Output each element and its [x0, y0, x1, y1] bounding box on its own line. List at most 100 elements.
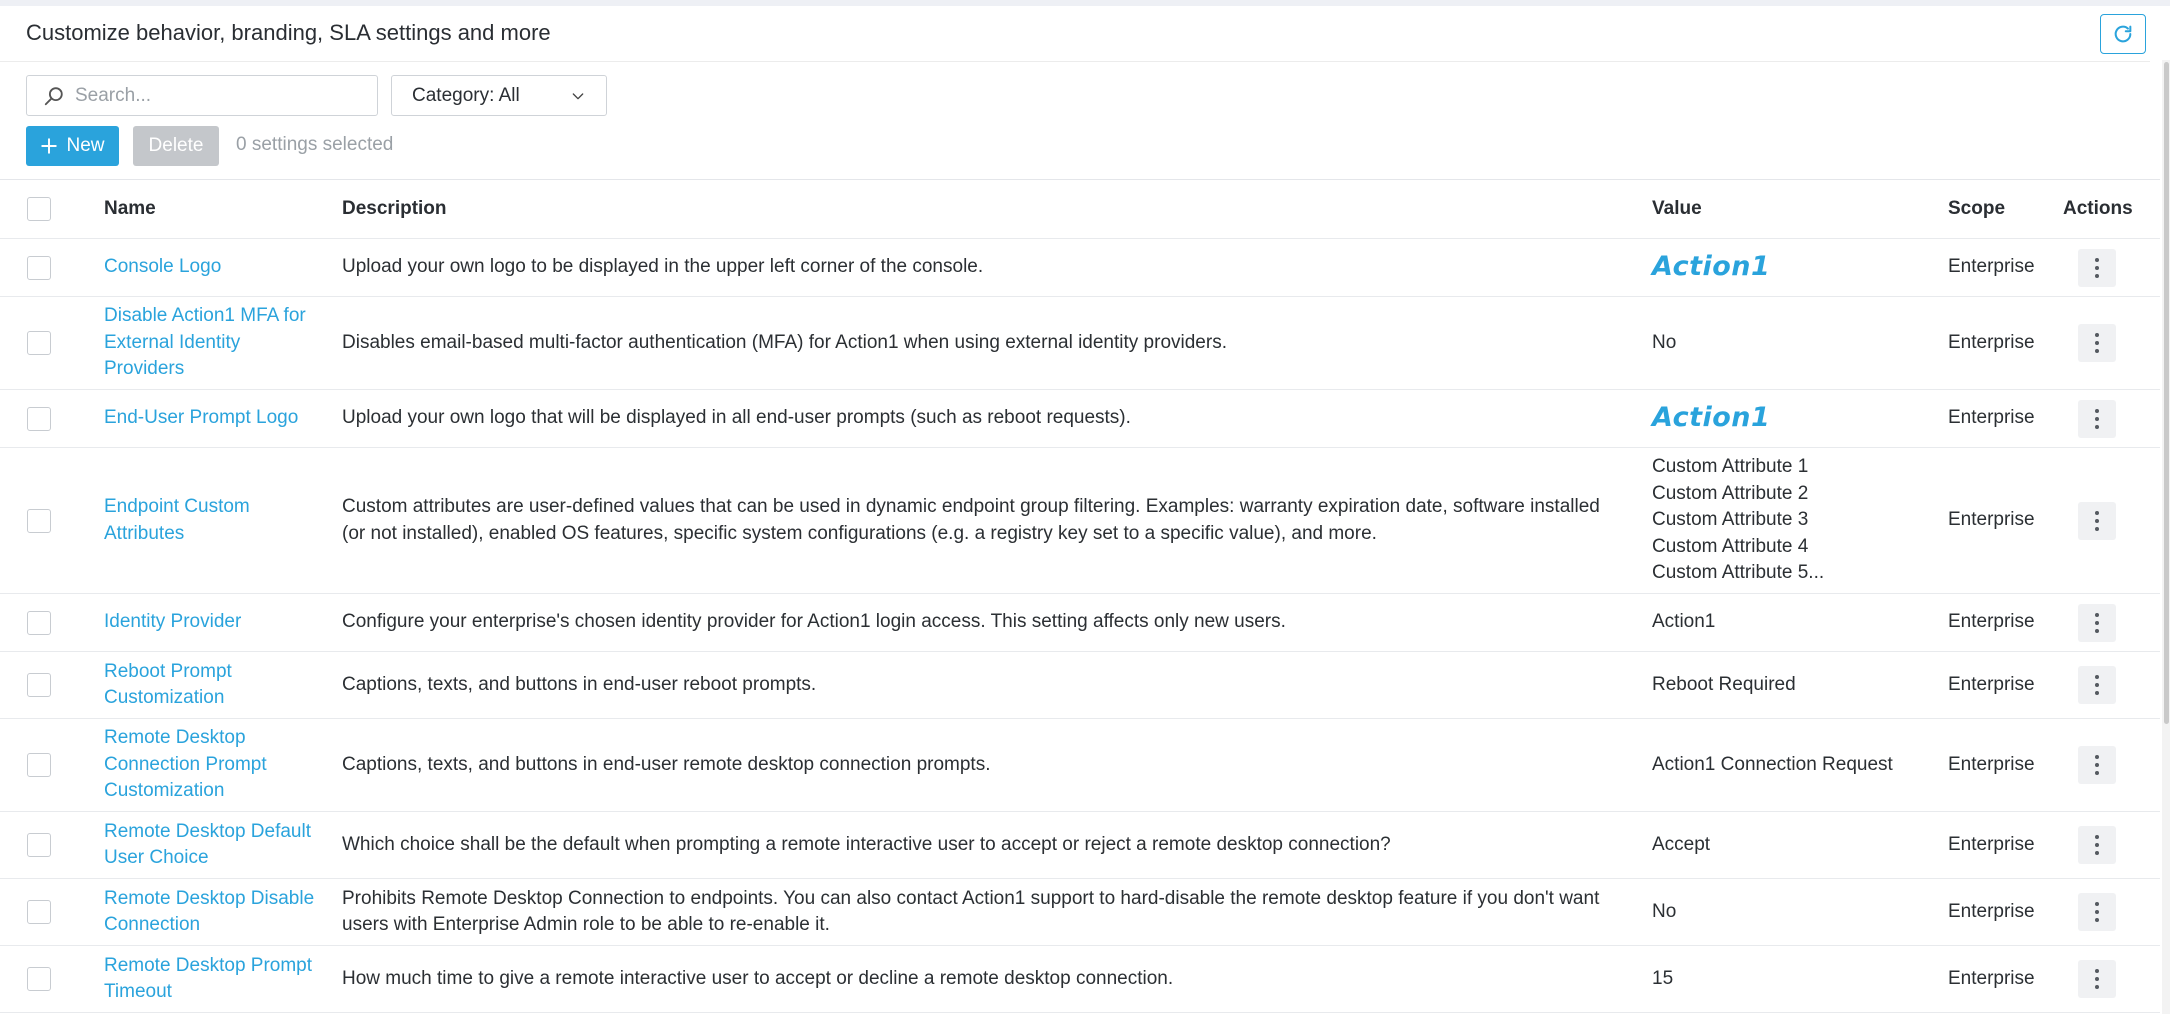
- search-field[interactable]: [26, 75, 378, 116]
- settings-table: Name Description Value Scope Actions Con…: [0, 179, 2160, 1013]
- plus-icon: [41, 138, 58, 154]
- row-checkbox[interactable]: [27, 406, 51, 431]
- scrollbar-thumb[interactable]: [2164, 62, 2169, 724]
- row-checkbox[interactable]: [27, 255, 51, 280]
- row-checkbox[interactable]: [27, 967, 51, 991]
- setting-scope: Enterprise: [1948, 407, 2035, 429]
- setting-name-link[interactable]: Disable Action1 MFA for External Identit…: [104, 303, 324, 383]
- setting-name-link[interactable]: Remote Desktop Prompt Timeout: [104, 953, 324, 1006]
- setting-scope: Enterprise: [1948, 833, 2035, 855]
- setting-description: How much time to give a remote interacti…: [342, 967, 1174, 989]
- setting-value: Reboot Required: [1652, 673, 1796, 695]
- setting-value: 15: [1652, 967, 1674, 989]
- new-button-label: New: [66, 135, 105, 156]
- setting-description: Custom attributes are user-defined value…: [342, 496, 1600, 544]
- custom-attribute-item: Custom Attribute 1: [1652, 456, 1809, 478]
- category-select-label: Category: All: [412, 84, 520, 106]
- table-row: Remote Desktop Prompt Timeout How much t…: [0, 946, 2160, 1013]
- setting-name-link[interactable]: Console Logo: [104, 254, 221, 281]
- column-header-scope[interactable]: Scope: [1948, 180, 2058, 238]
- row-checkbox[interactable]: [27, 610, 51, 635]
- setting-scope: Enterprise: [1948, 900, 2035, 922]
- setting-name-link[interactable]: Reboot Prompt Customization: [104, 659, 324, 712]
- setting-description: Disables email-based multi-factor authen…: [342, 331, 1227, 353]
- category-select[interactable]: Category: All: [391, 75, 607, 116]
- row-actions-button[interactable]: [2078, 893, 2116, 931]
- setting-value: No: [1652, 900, 1677, 922]
- row-checkbox[interactable]: [27, 673, 51, 697]
- row-checkbox[interactable]: [27, 331, 51, 355]
- column-header-value[interactable]: Value: [1652, 180, 1932, 238]
- setting-description: Captions, texts, and buttons in end-user…: [342, 673, 817, 695]
- table-row: End-User Prompt Logo Upload your own log…: [0, 390, 2160, 448]
- row-actions-button[interactable]: [2078, 501, 2116, 540]
- table-row: Remote Desktop Connection Prompt Customi…: [0, 719, 2160, 812]
- row-actions-button[interactable]: [2078, 746, 2116, 784]
- search-input[interactable]: [75, 84, 365, 107]
- custom-attribute-item: Custom Attribute 3: [1652, 509, 1809, 531]
- table-row: Disable Action1 MFA for External Identit…: [0, 297, 2160, 390]
- custom-attribute-item: Custom Attribute 5...: [1652, 562, 1825, 584]
- setting-description: Prohibits Remote Desktop Connection to e…: [342, 887, 1600, 936]
- row-checkbox[interactable]: [27, 753, 51, 777]
- select-all-checkbox[interactable]: [27, 197, 51, 221]
- setting-name-link[interactable]: Endpoint Custom Attributes: [104, 494, 324, 547]
- row-actions-button[interactable]: [2078, 666, 2116, 704]
- table-row: Remote Desktop Default User Choice Which…: [0, 812, 2160, 879]
- table-header-row: Name Description Value Scope Actions: [0, 180, 2160, 239]
- column-header-name[interactable]: Name: [104, 180, 324, 238]
- row-actions-button[interactable]: [2078, 826, 2116, 864]
- action1-logo: Action1: [1652, 402, 1771, 434]
- setting-description: Which choice shall be the default when p…: [342, 833, 1391, 855]
- delete-button-label: Delete: [148, 135, 204, 156]
- setting-scope: Enterprise: [1948, 753, 2035, 775]
- custom-attribute-list: Custom Attribute 1 Custom Attribute 2 Cu…: [1652, 454, 1824, 587]
- setting-description: Captions, texts, and buttons in end-user…: [342, 753, 991, 775]
- setting-name-link[interactable]: Remote Desktop Disable Connection: [104, 886, 324, 939]
- setting-value: Action1 Connection Request: [1652, 753, 1893, 775]
- new-button[interactable]: New: [26, 126, 119, 166]
- row-actions-button[interactable]: [2078, 399, 2116, 438]
- row-actions-button[interactable]: [2078, 603, 2116, 642]
- search-icon: [44, 86, 63, 105]
- row-checkbox[interactable]: [27, 508, 51, 533]
- row-actions-button[interactable]: [2078, 324, 2116, 362]
- refresh-icon: [2114, 25, 2132, 43]
- custom-attribute-item: Custom Attribute 2: [1652, 482, 1809, 504]
- table-row: Reboot Prompt Customization Captions, te…: [0, 652, 2160, 719]
- column-header-actions: Actions: [2063, 197, 2133, 219]
- setting-scope: Enterprise: [1948, 611, 2035, 633]
- setting-value: Accept: [1652, 833, 1711, 855]
- setting-name-link[interactable]: Identity Provider: [104, 609, 241, 636]
- page-header: Customize behavior, branding, SLA settin…: [0, 6, 2150, 62]
- setting-scope: Enterprise: [1948, 509, 2035, 531]
- setting-description: Upload your own logo that will be displa…: [342, 407, 1131, 429]
- setting-scope: Enterprise: [1948, 331, 2035, 353]
- table-row: Remote Desktop Disable Connection Prohib…: [0, 879, 2160, 946]
- setting-scope: Enterprise: [1948, 967, 2035, 989]
- setting-name-link[interactable]: Remote Desktop Default User Choice: [104, 819, 324, 872]
- table-row: Identity Provider Configure your enterpr…: [0, 594, 2160, 652]
- selected-count: 0 settings selected: [236, 134, 394, 155]
- setting-scope: Enterprise: [1948, 673, 2035, 695]
- action1-logo: Action1: [1652, 251, 1771, 283]
- row-checkbox[interactable]: [27, 833, 51, 857]
- setting-name-link[interactable]: End-User Prompt Logo: [104, 405, 298, 432]
- chevron-down-icon: [572, 93, 584, 100]
- page-title: Customize behavior, branding, SLA settin…: [26, 20, 551, 45]
- setting-value: Action1: [1652, 611, 1716, 633]
- table-row: Console Logo Upload your own logo to be …: [0, 239, 2160, 297]
- setting-scope: Enterprise: [1948, 256, 2035, 278]
- setting-name-link[interactable]: Remote Desktop Connection Prompt Customi…: [104, 725, 324, 805]
- table-row: Endpoint Custom Attributes Custom attrib…: [0, 448, 2160, 594]
- setting-description: Upload your own logo to be displayed in …: [342, 256, 984, 278]
- row-checkbox[interactable]: [27, 900, 51, 924]
- row-actions-button[interactable]: [2078, 960, 2116, 998]
- setting-value: No: [1652, 331, 1677, 353]
- setting-description: Configure your enterprise's chosen ident…: [342, 611, 1286, 633]
- refresh-button[interactable]: [2100, 14, 2146, 54]
- column-header-description[interactable]: Description: [342, 180, 1617, 238]
- custom-attribute-item: Custom Attribute 4: [1652, 535, 1809, 557]
- delete-button[interactable]: Delete: [133, 126, 219, 166]
- row-actions-button[interactable]: [2078, 248, 2116, 287]
